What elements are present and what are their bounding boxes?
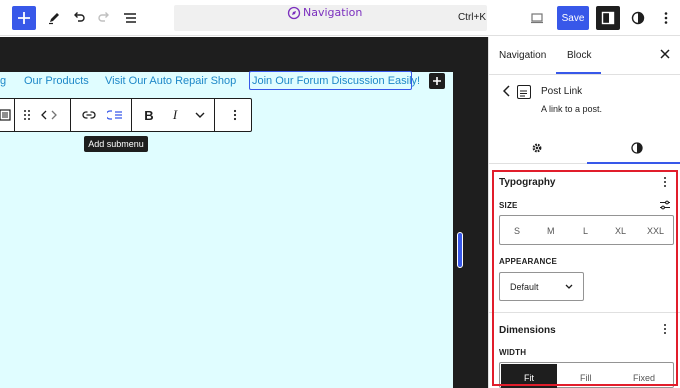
- keyboard-shortcut: Ctrl+K: [457, 12, 486, 23]
- more-vertical-icon: [664, 12, 668, 24]
- options-button[interactable]: [656, 8, 676, 28]
- styles-contrast-icon: [631, 142, 643, 154]
- compass-icon: [287, 6, 301, 20]
- plus-icon: [18, 12, 30, 24]
- add-block-button[interactable]: [12, 6, 36, 30]
- move-arrows-icon: [41, 110, 57, 120]
- more-rich-text-button[interactable]: [191, 106, 209, 124]
- pencil-icon: [49, 13, 59, 25]
- nav-link-auto-repair-shop[interactable]: Visit Our Auto Repair Shop: [105, 74, 236, 88]
- styles-button[interactable]: [628, 8, 648, 28]
- bold-icon: B: [144, 107, 154, 123]
- active-tab-indicator: [556, 72, 601, 74]
- highlight-annotation-box: [492, 170, 678, 386]
- tab-block[interactable]: Block: [567, 50, 591, 62]
- link-icon: [82, 111, 96, 119]
- toolbar-divider: [14, 99, 15, 131]
- menu-icon: [0, 109, 11, 121]
- link-button[interactable]: [80, 106, 98, 124]
- preview-button[interactable]: [527, 8, 547, 28]
- settings-toggle-button[interactable]: [596, 6, 620, 30]
- post-link-icon: [517, 85, 531, 99]
- toolbar-divider: [131, 99, 132, 131]
- redo-icon: [98, 12, 109, 22]
- nav-link-partial[interactable]: g: [0, 74, 6, 88]
- tools-button[interactable]: [44, 8, 64, 28]
- block-title: Post Link: [541, 86, 583, 97]
- add-submenu-icon: [107, 110, 122, 120]
- toolbar-divider: [70, 99, 71, 131]
- italic-icon: I: [172, 107, 178, 122]
- inspector-subtabs: [488, 130, 680, 164]
- block-description: A link to a post.: [541, 104, 603, 114]
- add-submenu-button[interactable]: [106, 106, 124, 124]
- undo-icon: [74, 12, 85, 22]
- plus-icon: [433, 77, 441, 85]
- styles-subtab[interactable]: [631, 141, 643, 154]
- close-sidebar-button[interactable]: [660, 48, 670, 62]
- toolbar-divider: [214, 99, 215, 131]
- chevron-down-icon: [195, 112, 205, 118]
- bold-button[interactable]: B: [140, 106, 158, 124]
- back-button[interactable]: [502, 85, 511, 100]
- document-overview-button[interactable]: [120, 8, 140, 28]
- block-options-button[interactable]: [226, 106, 244, 124]
- active-subtab-indicator: [587, 162, 680, 164]
- drag-handle-icon: [24, 110, 30, 120]
- save-button[interactable]: Save: [557, 6, 589, 30]
- nav-link-forum-discussion[interactable]: Join Our Forum Discussion Easily!: [252, 74, 420, 88]
- chevron-left-icon: [502, 85, 510, 97]
- more-vertical-icon: [233, 109, 237, 121]
- move-left-right-buttons[interactable]: [40, 106, 58, 124]
- undo-button[interactable]: [69, 8, 89, 28]
- settings-gear-icon: [532, 143, 542, 153]
- command-palette-label: Navigation: [303, 6, 363, 19]
- close-icon: [660, 49, 670, 59]
- append-block-button[interactable]: [429, 73, 445, 89]
- redo-button[interactable]: [94, 8, 114, 28]
- contrast-icon: [631, 11, 645, 25]
- desktop-icon: [531, 13, 543, 24]
- tab-navigation[interactable]: Navigation: [499, 50, 546, 62]
- drag-handle[interactable]: [18, 106, 36, 124]
- italic-button[interactable]: I: [166, 106, 184, 124]
- parent-block-button[interactable]: [0, 106, 14, 124]
- list-view-icon: [124, 13, 136, 23]
- nav-link-our-products[interactable]: Our Products: [24, 74, 89, 88]
- tooltip: Add submenu: [84, 136, 148, 152]
- sidebar-icon: [601, 11, 615, 25]
- canvas-resize-handle[interactable]: [457, 232, 463, 268]
- settings-subtab[interactable]: [531, 141, 543, 153]
